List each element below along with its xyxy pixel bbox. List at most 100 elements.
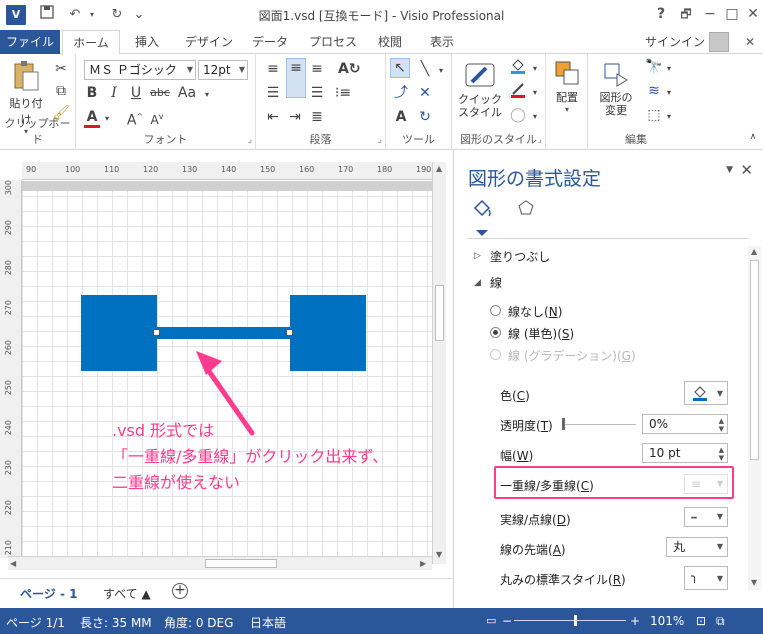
drawing-page[interactable] [22, 181, 432, 558]
tab-review[interactable]: 校閲 [370, 30, 410, 54]
no-line-label[interactable]: 線なし(N) [508, 303, 562, 320]
font-color-button[interactable]: A [84, 108, 100, 126]
all-pages-button[interactable]: すべて ▲ [103, 585, 151, 602]
transparency-slider-knob[interactable] [562, 418, 565, 430]
line-tool-icon[interactable]: ╲ [416, 60, 434, 78]
pane-scroll-down-icon[interactable]: ▼ [751, 578, 757, 587]
rounding-dropdown[interactable]: ╮ ▼ [684, 566, 728, 590]
line-icon[interactable] [508, 82, 528, 103]
selected-connector-line[interactable] [157, 327, 290, 339]
horizontal-scrollbar[interactable]: ◀ ▶ [8, 556, 432, 570]
zoom-slider-track[interactable] [514, 620, 626, 621]
line-dropdown-icon[interactable]: ▾ [530, 84, 540, 102]
text-tool-icon[interactable]: A [392, 108, 410, 126]
grow-font-icon[interactable]: A^ [126, 108, 144, 130]
start-handle[interactable] [153, 329, 160, 336]
tab-insert[interactable]: 挿入 [124, 30, 170, 54]
line-tool-dropdown-icon[interactable]: ▾ [436, 62, 446, 80]
copy-icon[interactable]: ⧉ [52, 82, 70, 100]
horizontal-scroll-thumb[interactable] [205, 559, 277, 568]
paragraph-dialog-launcher-icon[interactable]: ⌟ [378, 135, 382, 145]
scroll-right-icon[interactable]: ▶ [420, 559, 426, 568]
page-tab-1[interactable]: ページ - 1 [20, 585, 77, 602]
font-dialog-launcher-icon[interactable]: ⌟ [248, 135, 252, 145]
end-handle[interactable] [286, 329, 293, 336]
zoom-in-icon[interactable]: + [630, 614, 640, 628]
line-section-header[interactable]: 線 [490, 274, 502, 291]
scroll-down-icon[interactable]: ▼ [436, 550, 442, 559]
layers-dropdown-icon[interactable]: ▾ [664, 84, 674, 102]
tab-process[interactable]: プロセス [304, 30, 362, 54]
strikethrough-button[interactable]: abc [148, 84, 172, 102]
switch-windows-icon[interactable]: ⧉ [716, 614, 725, 629]
right-rectangle-shape[interactable] [290, 295, 366, 371]
italic-button[interactable]: I [106, 84, 122, 102]
presentation-mode-icon[interactable]: ▭ [486, 614, 496, 627]
font-name-combo[interactable]: ＭＳ Ｐゴシック ▼ [84, 60, 196, 80]
shape-style-dialog-launcher-icon[interactable]: ⌟ [538, 135, 542, 145]
pane-close-icon[interactable]: ✕ [740, 161, 753, 179]
vertical-scroll-thumb[interactable] [435, 285, 444, 341]
close-button[interactable]: ✕ [740, 4, 763, 24]
tab-home[interactable]: ホーム [62, 30, 120, 55]
bold-button[interactable]: B [84, 84, 100, 102]
font-color-dropdown-icon[interactable]: ▾ [102, 110, 112, 128]
solid-line-label[interactable]: 線 (単色)(S) [508, 325, 574, 342]
cap-type-dropdown[interactable]: 丸 ▼ [666, 537, 728, 557]
zoom-out-icon[interactable]: − [502, 614, 512, 628]
align-middle-icon[interactable]: ≡ [286, 58, 306, 98]
connection-point-icon[interactable]: ✕ [416, 84, 434, 102]
fill-line-tab-icon[interactable] [468, 198, 496, 224]
restore-ribbon-icon[interactable]: 🗗 [673, 4, 699, 24]
tab-data[interactable]: データ [246, 30, 294, 54]
increase-indent-icon[interactable]: ⇥ [286, 108, 304, 126]
find-icon[interactable]: 🔭 [644, 58, 664, 76]
effects-icon[interactable]: ◯ [508, 106, 528, 124]
solid-line-radio[interactable] [490, 327, 501, 338]
left-rectangle-shape[interactable] [81, 295, 157, 371]
change-case-dropdown-icon[interactable]: ▾ [202, 86, 212, 104]
status-language[interactable]: 日本語 [250, 614, 286, 631]
help-button[interactable]: ? [648, 4, 674, 24]
text-rotation-icon[interactable]: A↻ [338, 60, 361, 78]
decrease-indent-icon[interactable]: ⇤ [264, 108, 282, 126]
fit-page-icon[interactable]: ⊡ [696, 614, 706, 628]
collapse-ribbon-icon[interactable]: ∧ [746, 128, 760, 146]
no-line-radio[interactable] [490, 305, 501, 316]
status-page[interactable]: ページ 1/1 [6, 614, 65, 631]
layers-icon[interactable]: ≋ [644, 82, 664, 100]
line-collapse-icon[interactable]: ◢ [474, 278, 481, 288]
dash-type-dropdown[interactable]: ┅ ▼ [684, 507, 728, 527]
align-top-icon[interactable]: ≡ [264, 60, 282, 78]
select-icon[interactable]: ⬚ [644, 106, 664, 124]
pane-scroll-thumb[interactable] [750, 260, 759, 460]
tab-design[interactable]: デザイン [178, 30, 240, 54]
justify-icon[interactable]: ≣ [308, 108, 326, 126]
width-input[interactable]: 10 pt ▲ ▼ [642, 443, 728, 463]
fill-expand-icon[interactable]: ▷ [474, 251, 481, 261]
transparency-input[interactable]: 0% ▲ ▼ [642, 414, 728, 434]
zoom-level[interactable]: 101% [650, 614, 684, 628]
align-right-icon[interactable]: ☰ [308, 84, 326, 102]
change-shape-button[interactable]: 図形の 変更 [592, 60, 640, 130]
connector-tool-icon[interactable]: ⤴ [392, 84, 410, 102]
tab-view[interactable]: 表示 [422, 30, 462, 54]
effects-tab-icon[interactable]: ⬠ [512, 198, 540, 224]
effects-dropdown-icon[interactable]: ▾ [530, 108, 540, 126]
pointer-tool-icon[interactable]: ↖ [390, 58, 410, 78]
transparency-slider-track[interactable] [563, 424, 636, 425]
fill-icon[interactable] [508, 58, 528, 79]
scroll-up-icon[interactable]: ▲ [436, 164, 442, 173]
rotate-tool-icon[interactable]: ↻ [416, 108, 434, 126]
fill-section-header[interactable]: 塗りつぶし [490, 248, 550, 265]
align-left-icon[interactable]: ☰ [264, 84, 282, 102]
pane-scroll-up-icon[interactable]: ▲ [751, 247, 757, 256]
find-dropdown-icon[interactable]: ▾ [664, 60, 674, 78]
select-dropdown-icon[interactable]: ▾ [664, 108, 674, 126]
underline-button[interactable]: U [128, 84, 144, 102]
align-bottom-icon[interactable]: ≡ [308, 60, 326, 78]
arrange-button[interactable]: 配置 ▾ [550, 60, 584, 130]
font-size-combo[interactable]: 12pt ▼ [198, 60, 248, 80]
shrink-font-icon[interactable]: Av [148, 108, 166, 129]
pane-scrollbar[interactable]: ▲ ▼ [748, 246, 761, 590]
